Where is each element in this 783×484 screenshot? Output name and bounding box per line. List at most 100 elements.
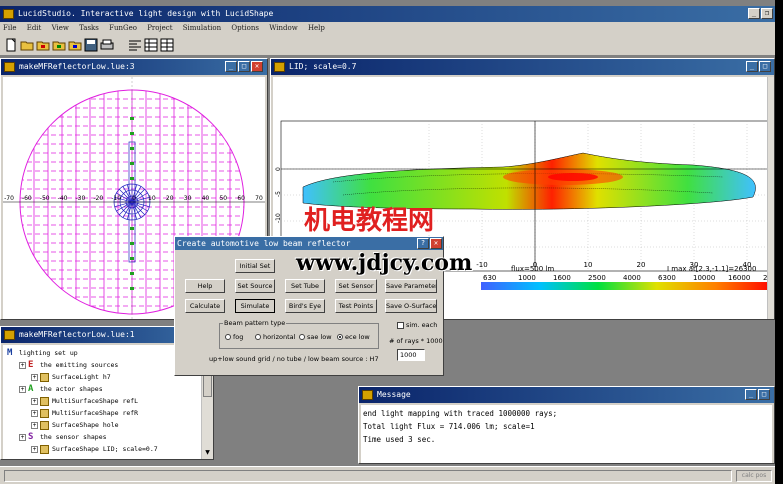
- tree-item-label: MultiSurfaceShape refR: [52, 409, 139, 417]
- tree-item[interactable]: + Sthe sensor shapes: [19, 431, 107, 443]
- new-file-icon[interactable]: [4, 38, 18, 52]
- table-icon[interactable]: [144, 38, 158, 52]
- test-points-button[interactable]: Test Points: [335, 299, 377, 313]
- open-sample-icon[interactable]: [52, 38, 66, 52]
- tree-item[interactable]: + SurfaceShape hole: [31, 419, 119, 431]
- tree-item[interactable]: + MultiSurfaceShape refR: [31, 407, 138, 419]
- maximize-icon[interactable]: □: [238, 61, 250, 72]
- tree-item-label: the actor shapes: [40, 385, 103, 393]
- tree-item-label: MultiSurfaceShape refL: [52, 397, 139, 405]
- window-icon: [4, 62, 15, 72]
- rays-input[interactable]: 1000: [397, 349, 425, 361]
- sim-each-checkbox[interactable]: sim. each: [397, 321, 437, 329]
- tree-item[interactable]: + SurfaceLight h7: [31, 371, 111, 383]
- expand-icon[interactable]: +: [31, 445, 38, 453]
- help-icon[interactable]: ?: [417, 238, 429, 249]
- menu-fungeo[interactable]: FunGeo: [109, 24, 137, 32]
- tree-item[interactable]: Mlighting set up: [7, 347, 78, 359]
- radio-button-selected[interactable]: [337, 334, 343, 340]
- x-tick-label: -10: [476, 261, 487, 269]
- app-title-bar[interactable]: LucidStudio. Interactive light design wi…: [0, 6, 775, 22]
- menu-view[interactable]: View: [52, 24, 69, 32]
- scale-label: 10000: [693, 274, 715, 282]
- reflector-window-title-bar[interactable]: makeMFReflectorLow.lue:3 _ □ ✕: [1, 59, 267, 75]
- align-left-icon[interactable]: [128, 38, 142, 52]
- birds-eye-button[interactable]: Bird's Eye: [285, 299, 325, 313]
- vertical-scrollbar[interactable]: [767, 77, 774, 319]
- menu-project[interactable]: Project: [147, 24, 172, 32]
- tree-item[interactable]: + SurfaceShape LID; scale=0.7: [31, 443, 158, 455]
- checkbox[interactable]: [397, 321, 404, 329]
- expand-icon[interactable]: +: [31, 409, 38, 417]
- axis-tick-label: 30: [184, 195, 192, 202]
- message-line: Total light Flux = 714.006 lm; scale=1: [363, 422, 535, 431]
- scroll-down-icon[interactable]: ▼: [202, 449, 213, 459]
- y-tick-label: -10: [275, 213, 282, 223]
- message-window-title-bar[interactable]: Message _ □: [359, 387, 774, 403]
- radio-button[interactable]: [299, 334, 305, 340]
- shape-icon: [40, 372, 49, 382]
- help-button[interactable]: Help: [185, 279, 225, 293]
- expand-icon[interactable]: +: [31, 421, 38, 429]
- open-folder-icon[interactable]: [20, 38, 34, 52]
- close-icon[interactable]: ✕: [251, 61, 263, 72]
- set-source-button[interactable]: Set Source: [235, 279, 275, 293]
- tree-item[interactable]: + MultiSurfaceShape refL: [31, 395, 138, 407]
- tree-item-label: SurfaceShape LID; scale=0.7: [52, 445, 158, 453]
- y-tick-label: -5: [275, 191, 282, 197]
- expand-icon[interactable]: +: [19, 385, 26, 393]
- minimize-icon[interactable]: _: [225, 61, 237, 72]
- scale-label: 2500: [588, 274, 606, 282]
- expand-icon[interactable]: +: [19, 361, 26, 369]
- tree-item-label: lighting set up: [19, 349, 78, 357]
- simulate-button[interactable]: Simulate: [235, 299, 275, 313]
- setup-tree[interactable]: Mlighting set up + Ethe emitting sources + S…: [3, 345, 201, 459]
- scale-label: 6300: [658, 274, 676, 282]
- set-tube-button[interactable]: Set Tube: [285, 279, 325, 293]
- grid-view-icon[interactable]: [160, 38, 174, 52]
- open-project-icon[interactable]: [36, 38, 50, 52]
- minimize-icon[interactable]: _: [746, 61, 758, 72]
- save-icon[interactable]: [84, 38, 98, 52]
- dialog-title-bar[interactable]: Create automotive low beam reflector ? ✕: [175, 237, 443, 250]
- restore-icon[interactable]: ❐: [761, 8, 773, 19]
- set-sensor-button[interactable]: Set Sensor: [335, 279, 377, 293]
- menu-file[interactable]: File: [3, 24, 16, 32]
- marker: [130, 242, 134, 245]
- radio-sae-low[interactable]: sae low: [299, 333, 332, 341]
- radio-button[interactable]: [225, 334, 231, 340]
- menu-options[interactable]: Options: [231, 24, 259, 32]
- watermark-chinese: 机电教程网: [304, 206, 435, 236]
- radio-ece-low[interactable]: ece low: [337, 333, 370, 341]
- menu-help[interactable]: Help: [308, 24, 325, 32]
- save-osurface-button[interactable]: Save O-Surface: [385, 299, 437, 313]
- menu-window[interactable]: Window: [269, 24, 298, 32]
- tree-item[interactable]: + Ethe emitting sources: [19, 359, 118, 371]
- tree-item-label: SurfaceShape hole: [52, 421, 119, 429]
- scale-label: 1000: [518, 274, 536, 282]
- save-parameter-button[interactable]: Save Parameter: [385, 279, 437, 293]
- maximize-icon[interactable]: □: [759, 61, 771, 72]
- radio-button[interactable]: [255, 334, 261, 340]
- minimize-icon[interactable]: _: [748, 8, 760, 19]
- tree-item[interactable]: + Athe actor shapes: [19, 383, 103, 395]
- axis-tick-label: -10: [111, 195, 121, 202]
- close-icon[interactable]: ✕: [430, 238, 442, 249]
- expand-icon[interactable]: +: [31, 373, 38, 381]
- menu-simulation[interactable]: Simulation: [183, 24, 221, 32]
- open-script-icon[interactable]: [68, 38, 82, 52]
- radio-horizontal[interactable]: horizontal: [255, 333, 295, 341]
- lid-window-title-bar[interactable]: LID; scale=0.7 _ □: [271, 59, 774, 75]
- expand-icon[interactable]: +: [31, 397, 38, 405]
- initial-set-button[interactable]: Initial Set: [235, 259, 275, 273]
- calculate-button[interactable]: Calculate: [185, 299, 225, 313]
- maximize-icon[interactable]: □: [758, 389, 770, 400]
- minimize-icon[interactable]: _: [745, 389, 757, 400]
- app-title: LucidStudio. Interactive light design wi…: [18, 9, 274, 18]
- print-icon[interactable]: [100, 38, 114, 52]
- axis-tick-label: 70: [255, 195, 263, 202]
- menu-tasks[interactable]: Tasks: [79, 24, 99, 32]
- menu-edit[interactable]: Edit: [27, 24, 42, 32]
- radio-fog[interactable]: fog: [225, 333, 243, 341]
- expand-icon[interactable]: +: [19, 433, 26, 441]
